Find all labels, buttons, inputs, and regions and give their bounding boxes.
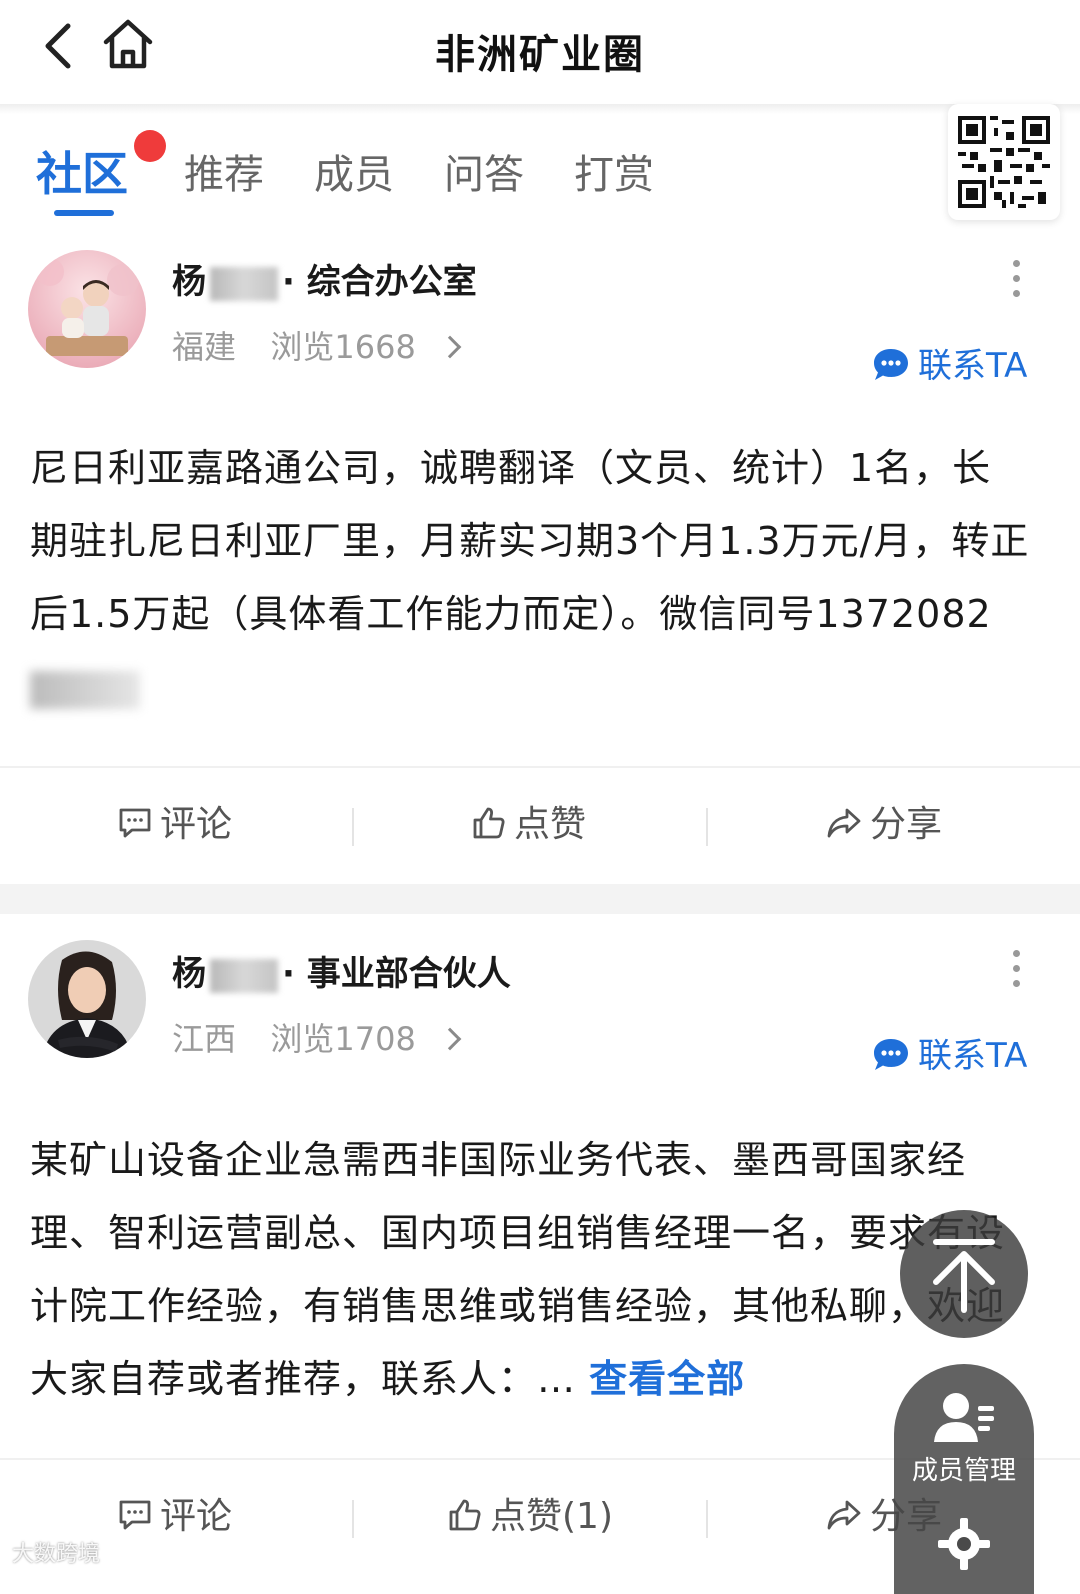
author-title: · 事业部合伙人 bbox=[282, 954, 511, 994]
author-surname: 杨 bbox=[172, 954, 206, 994]
notification-dot bbox=[134, 130, 166, 162]
comment-icon bbox=[119, 1500, 151, 1530]
contact-button[interactable]: 联系TA bbox=[872, 338, 1027, 387]
share-icon bbox=[827, 808, 861, 838]
section-gap bbox=[0, 884, 1080, 914]
more-icon[interactable] bbox=[1008, 260, 1024, 310]
watermark: 大数跨境 bbox=[12, 1542, 101, 1567]
back-to-top-button[interactable] bbox=[900, 1210, 1028, 1338]
post-actions: 评论 点赞 分享 bbox=[0, 770, 1080, 880]
contact-label: 联系TA bbox=[918, 1036, 1028, 1076]
tab-reward[interactable]: 打赏 bbox=[574, 142, 654, 200]
like-label: 点赞 bbox=[514, 804, 587, 845]
tab-bar: 社区 推荐 成员 问答 打赏 bbox=[0, 120, 1080, 230]
chevron-right-icon bbox=[438, 335, 462, 359]
share-label: 分享 bbox=[870, 804, 943, 845]
post-text: 某矿山设备企业急需西非国际业务代表、墨西哥国家经理、智利运营副总、国内项目组销售… bbox=[30, 1138, 1006, 1401]
divider bbox=[0, 766, 1080, 768]
thumb-up-icon bbox=[473, 807, 505, 839]
comment-icon bbox=[119, 808, 151, 838]
chevron-right-icon bbox=[438, 1027, 462, 1051]
post-body[interactable]: 尼日利亚嘉路通公司，诚聘翻译（文员、统计）1名，长期驻扎尼日利亚厂里，月薪实习期… bbox=[30, 432, 1030, 724]
comment-button[interactable]: 评论 bbox=[118, 1462, 232, 1572]
redacted-number bbox=[30, 670, 140, 709]
tab-community[interactable]: 社区 bbox=[36, 138, 128, 204]
action-separator bbox=[352, 1500, 354, 1538]
post-body[interactable]: 某矿山设备企业急需西非国际业务代表、墨西哥国家经理、智利运营副总、国内项目组销售… bbox=[30, 1124, 1030, 1416]
active-tab-indicator bbox=[54, 210, 114, 216]
share-button[interactable]: 分享 bbox=[826, 770, 942, 880]
contact-label: 联系TA bbox=[918, 346, 1028, 386]
post-card: 杨 · 综合办公室 福建 浏览1668 联系TA 尼日利亚嘉路通公司，诚聘翻译（文… bbox=[0, 232, 1080, 892]
gear-icon[interactable] bbox=[934, 1514, 994, 1574]
share-icon bbox=[827, 1500, 861, 1530]
action-separator bbox=[352, 808, 354, 846]
tab-members[interactable]: 成员 bbox=[314, 142, 394, 200]
view-count: 浏览1668 bbox=[270, 328, 416, 366]
chat-bubble-icon bbox=[872, 1037, 910, 1073]
avatar[interactable] bbox=[28, 250, 146, 368]
tab-recommend[interactable]: 推荐 bbox=[184, 142, 264, 200]
post-text: 尼日利亚嘉路通公司，诚聘翻译（文员、统计）1名，长期驻扎尼日利亚厂里，月薪实习期… bbox=[30, 446, 1030, 636]
contact-button[interactable]: 联系TA bbox=[872, 1028, 1027, 1077]
comment-label: 评论 bbox=[160, 1496, 233, 1537]
author-name[interactable]: 杨 · 综合办公室 bbox=[172, 254, 477, 303]
chat-bubble-icon bbox=[872, 347, 910, 383]
action-separator bbox=[706, 1500, 708, 1538]
comment-button[interactable]: 评论 bbox=[118, 770, 232, 880]
header-divider bbox=[0, 104, 1080, 114]
author-name[interactable]: 杨 · 事业部合伙人 bbox=[172, 946, 511, 995]
author-meta[interactable]: 福建 浏览1668 bbox=[172, 322, 462, 368]
like-button[interactable]: 点赞(1) bbox=[448, 1462, 613, 1572]
back-to-top-icon bbox=[933, 1239, 995, 1313]
header-bar: 非洲矿业圈 bbox=[0, 0, 1080, 108]
action-separator bbox=[706, 808, 708, 846]
member-management-label: 成员管理 bbox=[911, 1456, 1016, 1486]
redacted-name bbox=[210, 958, 278, 993]
comment-label: 评论 bbox=[160, 804, 233, 845]
avatar[interactable] bbox=[28, 940, 146, 1058]
redacted-name bbox=[210, 266, 278, 301]
tab-qa[interactable]: 问答 bbox=[444, 142, 524, 200]
member-management-button[interactable]: 成员管理 bbox=[894, 1364, 1034, 1594]
more-icon[interactable] bbox=[1008, 950, 1024, 1000]
author-department: · 综合办公室 bbox=[282, 262, 477, 302]
author-meta[interactable]: 江西 浏览1708 bbox=[172, 1014, 462, 1060]
page-title: 非洲矿业圈 bbox=[435, 32, 645, 78]
see-all-link[interactable]: 查看全部 bbox=[589, 1357, 745, 1401]
like-button[interactable]: 点赞 bbox=[472, 770, 586, 880]
view-count: 浏览1708 bbox=[270, 1020, 416, 1058]
thumb-up-icon bbox=[449, 1499, 481, 1531]
author-location: 福建 bbox=[172, 328, 237, 366]
like-label: 点赞(1) bbox=[490, 1496, 613, 1537]
author-location: 江西 bbox=[172, 1020, 237, 1058]
author-surname: 杨 bbox=[172, 262, 206, 302]
qr-code-icon[interactable] bbox=[948, 104, 1060, 220]
